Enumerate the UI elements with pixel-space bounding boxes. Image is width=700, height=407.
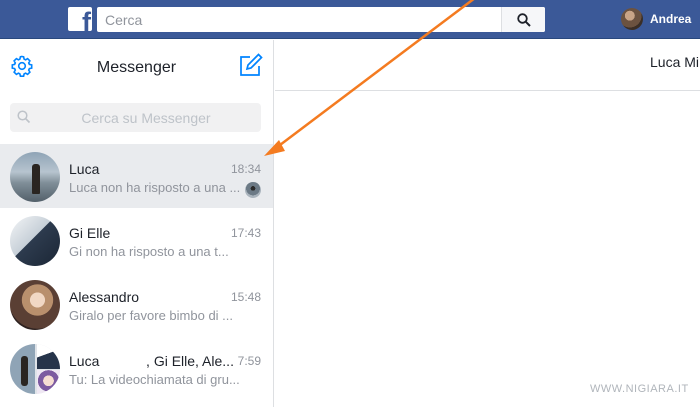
- user-name-link[interactable]: Andrea: [650, 12, 691, 26]
- conversation-snippet: Tu: La videochiamata di gru...: [69, 372, 240, 387]
- user-avatar[interactable]: [621, 8, 643, 30]
- messenger-search-input[interactable]: [36, 103, 256, 132]
- top-navigation-bar: f Andrea: [0, 0, 700, 39]
- search-icon: [516, 12, 531, 27]
- compose-icon[interactable]: [237, 53, 263, 79]
- avatar: [10, 280, 60, 330]
- messenger-header: Messenger: [0, 40, 273, 92]
- watermark: WWW.NIGIARA.IT: [590, 383, 689, 395]
- conversation-item[interactable]: Luca 18:34 Luca non ha risposto a una ..…: [0, 144, 273, 208]
- conversation-list: Luca 18:34 Luca non ha risposto a una ..…: [0, 144, 273, 400]
- conversation-item[interactable]: Luca , Gi Elle, Ale... 7:59 Tu: La video…: [0, 336, 273, 400]
- group-avatar: [10, 344, 60, 394]
- conversation-item[interactable]: Alessandro 15:48 Giralo per favore bimbo…: [0, 272, 273, 336]
- avatar: [10, 216, 60, 266]
- conversation-time: 18:34: [230, 162, 261, 176]
- messenger-search-box: [10, 103, 261, 132]
- chat-header: Luca Mi: [275, 40, 700, 91]
- search-icon: [17, 110, 31, 124]
- conversation-name: Luca , Gi Elle, Ale...: [69, 353, 234, 369]
- conversation-time: 7:59: [237, 354, 261, 368]
- messenger-title: Messenger: [96, 59, 177, 76]
- global-search-button[interactable]: [501, 7, 545, 32]
- chat-title[interactable]: Luca Mi: [650, 54, 699, 70]
- global-search-input[interactable]: [97, 7, 499, 32]
- conversation-name: Luca: [69, 161, 100, 177]
- conversation-time: 17:43: [230, 226, 261, 240]
- conversation-snippet: Luca non ha risposto a una ...: [69, 180, 241, 195]
- conversation-name: Alessandro: [69, 289, 140, 305]
- avatar: [10, 152, 60, 202]
- global-search-box: [97, 7, 545, 32]
- messenger-sidebar: Messenger Luca 18:34 Luca non ha rispost…: [0, 40, 274, 407]
- facebook-logo-icon[interactable]: f: [68, 7, 92, 31]
- conversation-name: Gi Elle: [69, 225, 111, 241]
- conversation-snippet: Gi non ha risposto a una t...: [69, 244, 229, 259]
- logo-letter: f: [82, 7, 91, 32]
- conversation-snippet: Giralo per favore bimbo di ...: [69, 308, 234, 323]
- seen-indicator-avatar: [245, 182, 261, 198]
- conversation-time: 15:48: [230, 290, 261, 304]
- conversation-item[interactable]: Gi Elle 17:43 Gi non ha risposto a una t…: [0, 208, 273, 272]
